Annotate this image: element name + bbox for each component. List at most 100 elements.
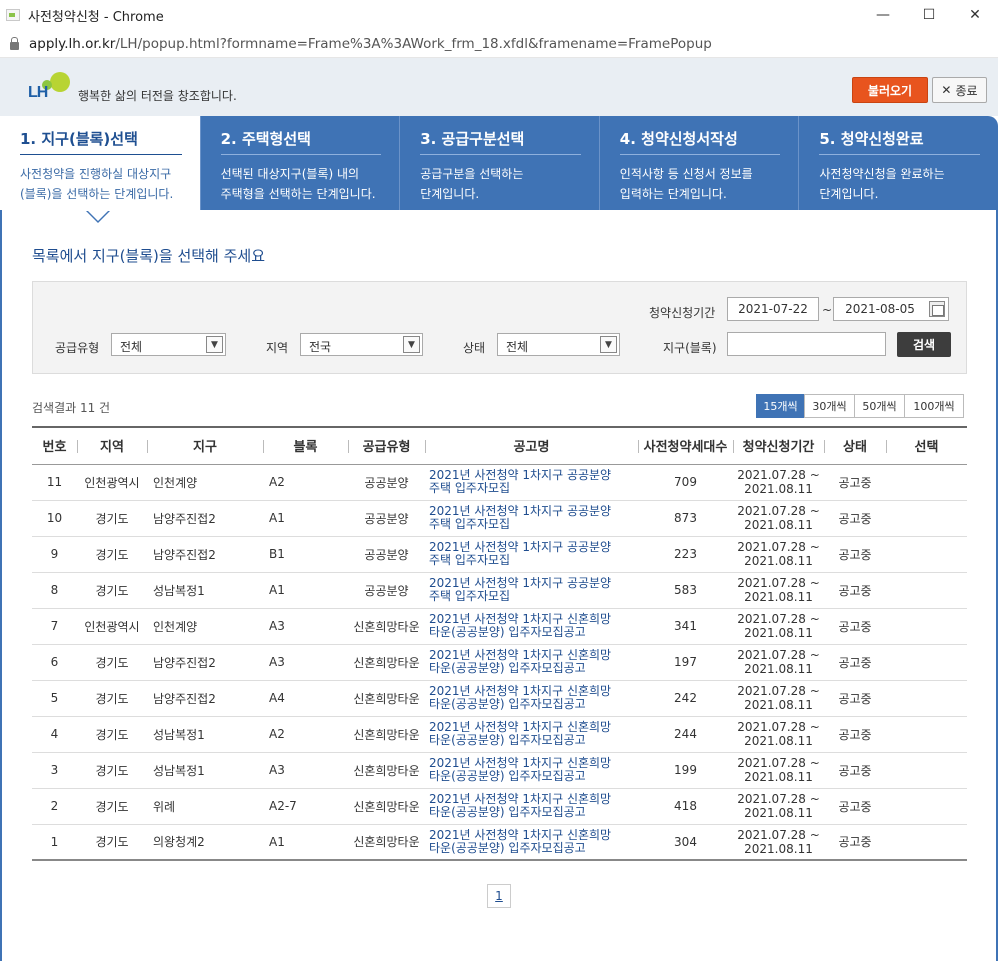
page-size-50[interactable]: 50개씩 [854, 394, 905, 418]
notice-line: 타운(공공분양) 입주자모집공고 [429, 697, 586, 711]
table-row[interactable]: 7 인천광역시 인천계양 A3 신혼희망타운 2021년 사전청약 1차지구 신혼희망 타운… [32, 608, 967, 645]
col-header-select[interactable]: 선택 [886, 426, 967, 465]
cell-no: 3 [32, 752, 77, 789]
date-from-input[interactable]: 2021-07-22 [727, 297, 819, 321]
cell-block: A3 [263, 752, 348, 789]
cell-select[interactable] [886, 788, 967, 825]
col-header-units[interactable]: 사전청약세대수 [638, 426, 733, 465]
step-desc-line1: 공급구분을 선택하는 [420, 167, 524, 181]
period-line: 2021.07.28 ~ [737, 827, 820, 842]
table-row[interactable]: 11 인천광역시 인천계양 A2 공공분양 2021년 사전청약 1차지구 공공분양 주택 … [32, 464, 967, 501]
col-header-period[interactable]: 청약신청기간 [733, 426, 824, 465]
cell-region: 경기도 [77, 788, 147, 825]
cell-no: 11 [32, 464, 77, 501]
cell-no: 1 [32, 824, 77, 861]
period-line: 2021.08.11 [744, 806, 813, 820]
cell-select[interactable] [886, 644, 967, 681]
date-to-input[interactable]: 2021-08-05 [833, 297, 949, 321]
cell-period: 2021.07.28 ~2021.08.11 [733, 716, 824, 753]
table-row[interactable]: 10 경기도 남양주진접2 A1 공공분양 2021년 사전청약 1차지구 공공분양 주택 … [32, 500, 967, 537]
district-input[interactable] [727, 332, 886, 356]
table-row[interactable]: 5 경기도 남양주진접2 A4 신혼희망타운 2021년 사전청약 1차지구 신혼희망 타운… [32, 680, 967, 717]
cell-block: A4 [263, 680, 348, 717]
cell-select[interactable] [886, 824, 967, 861]
load-button[interactable]: 불러오기 [852, 77, 928, 103]
period-line: 2021.07.28 ~ [737, 792, 820, 806]
step-desc-line1: 사전청약신청을 완료하는 [819, 167, 945, 181]
cell-select[interactable] [886, 464, 967, 501]
cell-supply-type: 공공분양 [348, 536, 425, 573]
notice-line: 타운(공공분양) 입주자모집공고 [429, 733, 586, 747]
cell-notice: 2021년 사전청약 1차지구 신혼희망 타운(공공분양) 입주자모집공고 [425, 824, 638, 861]
cell-supply-type: 신혼희망타운 [348, 608, 425, 645]
col-header-status[interactable]: 상태 [824, 426, 886, 465]
close-button[interactable]: ✕ 종료 [932, 77, 987, 103]
maximize-button[interactable]: ☐ [906, 0, 952, 30]
cell-select[interactable] [886, 716, 967, 753]
lh-logo: LH [28, 72, 74, 106]
period-line: 2021.08.11 [744, 554, 813, 568]
cell-no: 4 [32, 716, 77, 753]
district-label: 지구(블록) [663, 341, 717, 355]
cell-district: 성남복정1 [147, 572, 263, 609]
step-5: 5. 청약신청완료 사전청약신청을 완료하는 단계입니다. [798, 116, 998, 210]
table-row[interactable]: 9 경기도 남양주진접2 B1 공공분양 2021년 사전청약 1차지구 공공분양 주택 입… [32, 536, 967, 573]
step-4: 4. 청약신청서작성 인적사항 등 신청서 정보를 입력하는 단계입니다. [598, 116, 799, 210]
cell-notice: 2021년 사전청약 1차지구 신혼희망 타운(공공분양) 입주자모집공고 [425, 788, 638, 825]
step-1: 1. 지구(블록)선택 사전청약을 진행하실 대상지구 (블록)을 선택하는 단… [0, 116, 200, 223]
col-header-region[interactable]: 지역 [77, 426, 147, 465]
cell-block: A1 [263, 500, 348, 537]
table-row[interactable]: 1 경기도 의왕청계2 A1 신혼희망타운 2021년 사전청약 1차지구 신혼희망 타운(… [32, 824, 967, 861]
notice-line: 타운(공공분양) 입주자모집공고 [429, 840, 586, 855]
cell-notice: 2021년 사전청약 1차지구 신혼희망 타운(공공분양) 입주자모집공고 [425, 680, 638, 717]
cell-supply-type: 공공분양 [348, 500, 425, 537]
calendar-icon[interactable] [929, 301, 945, 317]
col-header-supply-type[interactable]: 공급유형 [348, 426, 425, 465]
table-header-row: 번호 지역 지구 블록 공급유형 공고명 사전청약세대수 청약신청기간 상태 선… [32, 426, 967, 465]
pagination-page-1[interactable]: 1 [487, 884, 511, 908]
col-header-district[interactable]: 지구 [147, 426, 263, 465]
table-row[interactable]: 8 경기도 성남복정1 A1 공공분양 2021년 사전청약 1차지구 공공분양 주택 입주… [32, 572, 967, 609]
status-select[interactable]: 전체 ▼ [497, 333, 620, 356]
col-header-block[interactable]: 블록 [263, 426, 348, 465]
minimize-button[interactable]: — [860, 0, 906, 30]
cell-units: 418 [638, 788, 733, 825]
step-desc-line2: 입력하는 단계입니다. [619, 187, 727, 201]
cell-select[interactable] [886, 572, 967, 609]
supply-type-value: 전체 [120, 340, 143, 354]
notice-line: 주택 입주자모집 [429, 481, 511, 495]
window-controls: — ☐ ✕ [860, 0, 998, 30]
region-select[interactable]: 전국 ▼ [300, 333, 423, 356]
region-value: 전국 [309, 340, 332, 354]
cell-region: 경기도 [77, 752, 147, 789]
table-row[interactable]: 4 경기도 성남복정1 A2 신혼희망타운 2021년 사전청약 1차지구 신혼희망 타운(… [32, 716, 967, 753]
page-size-100[interactable]: 100개씩 [904, 394, 964, 418]
cell-select[interactable] [886, 752, 967, 789]
window-close-button[interactable]: ✕ [952, 0, 998, 30]
cell-select[interactable] [886, 500, 967, 537]
cell-units: 244 [638, 716, 733, 753]
table-row[interactable]: 2 경기도 위례 A2-7 신혼희망타운 2021년 사전청약 1차지구 신혼희망 타운(공… [32, 788, 967, 825]
col-header-no[interactable]: 번호 [32, 426, 77, 465]
supply-type-select[interactable]: 전체 ▼ [111, 333, 226, 356]
page-size-15[interactable]: 15개씩 [756, 394, 805, 418]
search-button[interactable]: 검색 [897, 332, 951, 357]
address-bar[interactable]: apply.lh.or.kr/LH/popup.html?formname=Fr… [0, 30, 998, 58]
search-panel: 청약신청기간 2021-07-22 ~ 2021-08-05 공급유형 전체 ▼… [32, 281, 967, 374]
period-line: 2021.08.11 [744, 662, 813, 676]
table-row[interactable]: 3 경기도 성남복정1 A3 신혼희망타운 2021년 사전청약 1차지구 신혼희망 타운(… [32, 752, 967, 789]
cell-select[interactable] [886, 536, 967, 573]
step-navigation: 1. 지구(블록)선택 사전청약을 진행하실 대상지구 (블록)을 선택하는 단… [0, 116, 998, 223]
region-label: 지역 [266, 341, 289, 355]
step-desc-line1: 선택된 대상지구(블록) 내의 [220, 167, 360, 181]
table-row[interactable]: 6 경기도 남양주진접2 A3 신혼희망타운 2021년 사전청약 1차지구 신혼희망 타운… [32, 644, 967, 681]
period-line: 2021.07.28 ~ [737, 648, 820, 662]
cell-supply-type: 신혼희망타운 [348, 716, 425, 753]
cell-region: 경기도 [77, 644, 147, 681]
col-header-notice[interactable]: 공고명 [425, 426, 638, 465]
cell-select[interactable] [886, 680, 967, 717]
cell-district: 인천계양 [147, 464, 263, 501]
cell-block: A3 [263, 644, 348, 681]
cell-select[interactable] [886, 608, 967, 645]
page-size-30[interactable]: 30개씩 [804, 394, 855, 418]
